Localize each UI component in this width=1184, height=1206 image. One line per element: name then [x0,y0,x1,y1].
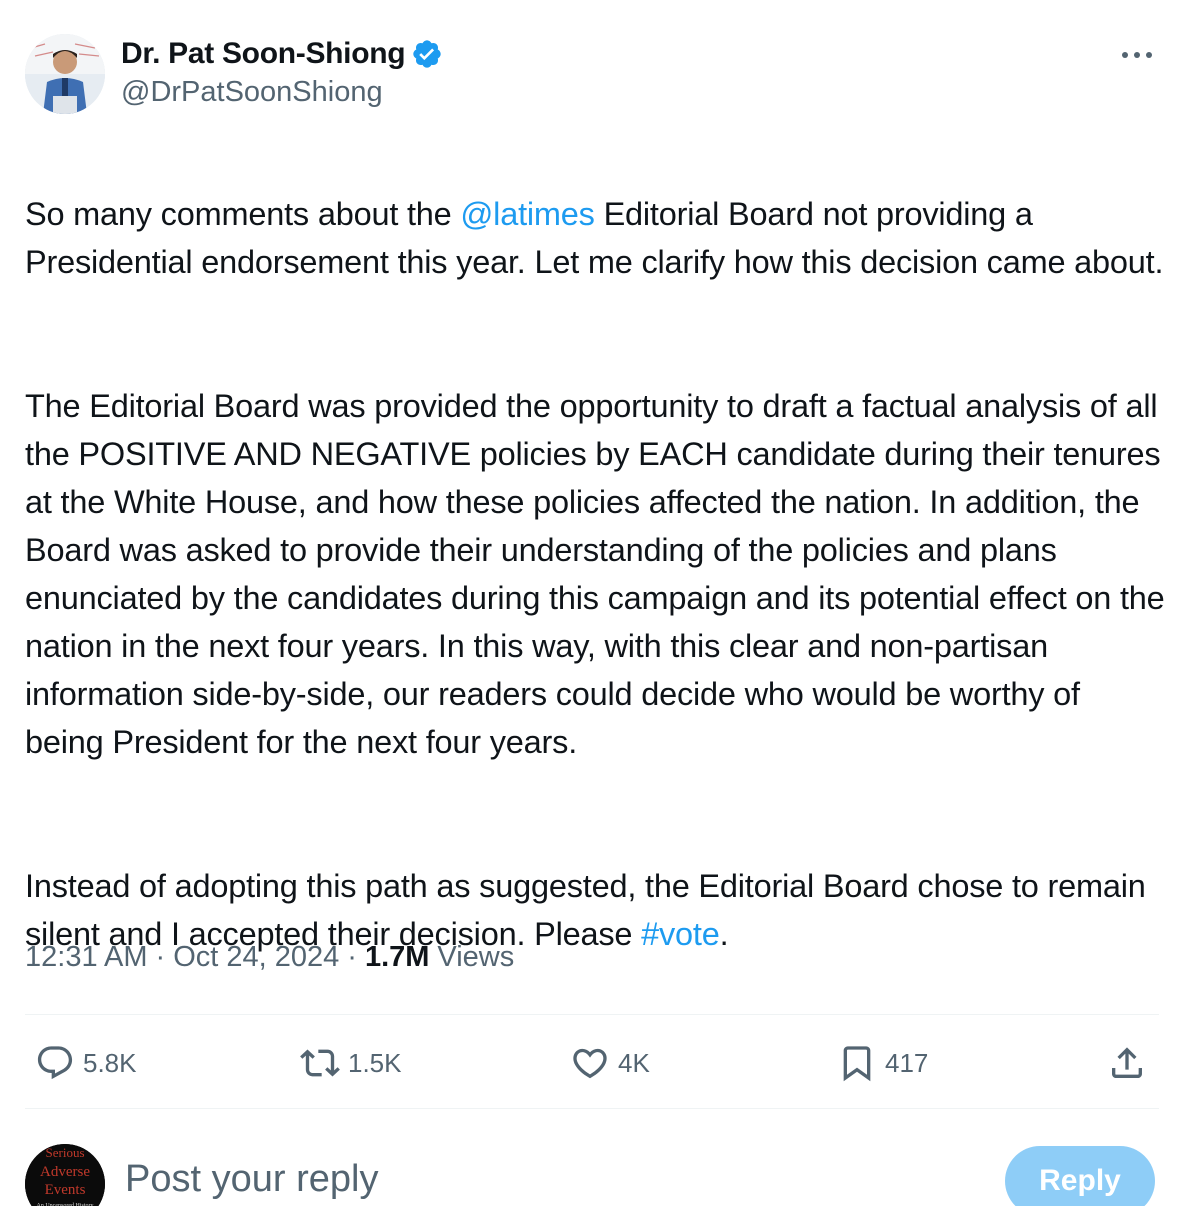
tweet-time[interactable]: 12:31 AM [25,941,148,974]
repost-icon [300,1049,340,1077]
tweet-text-segment: So many comments about the [25,196,461,232]
author-info: Dr. Pat Soon-Shiong @DrPatSoonShiong [121,34,443,109]
repost-button[interactable]: 1.5K [300,1030,402,1096]
bookmark-icon [843,1046,871,1082]
hashtag-link[interactable]: #vote [641,916,720,952]
reply-icon [37,1046,73,1080]
divider [25,1014,1159,1015]
tweet-header: Dr. Pat Soon-Shiong @DrPatSoonShiong [25,34,1159,116]
mention-link[interactable]: @latimes [460,196,595,232]
tweet-date[interactable]: Oct 24, 2024 [173,941,339,974]
tweet-text: So many comments about the @latimes Edit… [25,142,1165,1006]
verified-badge-icon[interactable] [411,38,443,70]
views-count: 1.7M [364,941,430,973]
author-avatar[interactable] [25,34,105,114]
share-icon [1112,1047,1142,1078]
meta-separator: · [347,941,357,973]
divider [25,1108,1159,1109]
tweet-text-segment: . [719,916,729,952]
tweet-meta: 12:31 AM · Oct 24, 2024 · 1.7M Views [25,941,514,974]
tweet-actions: 5.8K 1.5K 4K 417 [25,1030,1159,1096]
reply-submit-button[interactable]: Reply [1005,1146,1155,1206]
author-handle[interactable]: @DrPatSoonShiong [121,76,443,109]
svg-text:Events: Events [45,1182,86,1198]
reply-count: 5.8K [83,1047,137,1078]
share-button[interactable] [1107,1030,1147,1096]
author-display-name[interactable]: Dr. Pat Soon-Shiong [121,37,406,71]
repost-count: 1.5K [348,1047,402,1078]
tweet-paragraph-2: The Editorial Board was provided the opp… [25,388,1165,760]
tweet-text-segment: Instead of adopting this path as suggest… [25,868,1146,952]
reply-input[interactable] [125,1158,885,1201]
user-avatar[interactable]: Serious Adverse Events An Uncensored His… [25,1144,105,1206]
like-count: 4K [618,1047,650,1078]
reply-button[interactable]: 5.8K [35,1030,137,1096]
svg-text:Adverse: Adverse [40,1164,90,1180]
like-icon [573,1048,607,1079]
svg-text:Serious: Serious [46,1145,85,1160]
tweet-paragraph-1: So many comments about the @latimes Edit… [25,190,1165,286]
more-icon [1122,52,1152,58]
views-label: Views [437,941,515,973]
display-name-row: Dr. Pat Soon-Shiong [121,34,443,74]
meta-separator: · [155,941,166,973]
more-options-button[interactable] [1117,42,1157,68]
bookmark-button[interactable]: 417 [837,1030,928,1096]
reply-composer: Serious Adverse Events An Uncensored His… [25,1138,1159,1206]
like-button[interactable]: 4K [570,1030,650,1096]
bookmark-count: 417 [885,1047,929,1078]
